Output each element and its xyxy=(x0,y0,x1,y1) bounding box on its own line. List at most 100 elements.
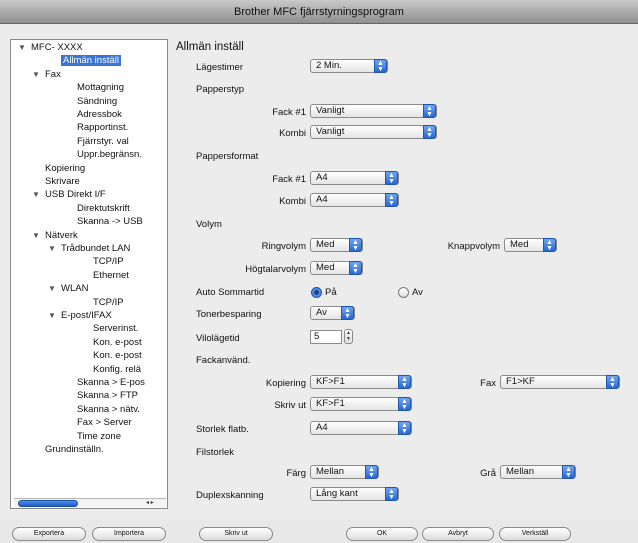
triangle-down-icon[interactable]: ▼ xyxy=(48,283,56,295)
tree-item[interactable]: Kon. e-post xyxy=(93,337,142,349)
up-down-arrows-icon: ▲ ▼ xyxy=(606,375,619,389)
tree-item-label: Kon. e-post xyxy=(93,336,142,348)
tree-item[interactable]: Skanna > nätv. xyxy=(77,404,140,416)
scroll-arrows[interactable]: ◂ ▸ xyxy=(146,499,164,507)
pappersformat-kombi-popup[interactable]: A4 ▲ ▼ xyxy=(310,193,399,207)
farg-popup[interactable]: Mellan ▲ ▼ xyxy=(310,465,379,479)
tree-item[interactable]: TCP/IP xyxy=(93,256,124,268)
triangle-down-icon[interactable]: ▼ xyxy=(48,243,56,255)
tree-item[interactable]: Time zone xyxy=(77,431,121,443)
up-down-arrows-icon: ▲ ▼ xyxy=(365,465,378,479)
storlek-flatb-popup[interactable]: A4 ▲ ▼ xyxy=(310,421,412,435)
tree-item-label: Fjärrstyr. val xyxy=(77,135,129,147)
vilolagetid-field[interactable]: 5 xyxy=(310,330,342,344)
up-down-arrows-icon: ▲ ▼ xyxy=(341,306,354,320)
tree-item[interactable]: Rapportinst. xyxy=(77,122,128,134)
filstorlek-label: Filstorlek xyxy=(196,447,235,458)
tree-item[interactable]: Skanna > FTP xyxy=(77,390,138,402)
fax-popup[interactable]: F1>KF ▲ ▼ xyxy=(500,375,620,389)
lagestimer-label: Lägestimer xyxy=(196,62,243,73)
tree-item[interactable]: ▼ Trådbundet LAN xyxy=(48,243,130,255)
tree-item-label: Skanna > E-pos xyxy=(77,377,145,388)
triangle-down-icon[interactable]: ▼ xyxy=(48,310,56,322)
tree-item-label: Skanna -> USB xyxy=(77,216,143,228)
kopiering-popup[interactable]: KF>F1 ▲ ▼ xyxy=(310,375,412,389)
tree-item[interactable]: Adressbok xyxy=(77,109,122,121)
triangle-down-icon[interactable]: ▼ xyxy=(32,189,40,201)
tree-item[interactable]: Kon. e-post xyxy=(93,350,142,362)
pappersformat-fack1-label: Fack #1 xyxy=(272,174,306,185)
skrivut-popup[interactable]: KF>F1 ▲ ▼ xyxy=(310,397,412,411)
settings-tree[interactable]: ◂ ▸ ▼ MFC- XXXX Allmän inställ ▼ Fax Mottagni… xyxy=(10,39,168,509)
papperstyp-kombi-label: Kombi xyxy=(279,128,306,139)
triangle-down-icon[interactable]: ▼ xyxy=(32,230,40,242)
hogtalarvolym-popup[interactable]: Med ▲ ▼ xyxy=(310,261,363,275)
scrollbar-thumb[interactable] xyxy=(18,500,78,507)
tree-item-label: Serverinst. xyxy=(93,323,139,335)
tree-item-label: Ethernet xyxy=(93,269,129,281)
tree-item[interactable]: TCP/IP xyxy=(93,297,124,309)
tree-item[interactable]: Fax > Server xyxy=(77,417,132,429)
auto-sommartid-label: Auto Sommartid xyxy=(196,287,265,298)
sommartid-off-radio[interactable] xyxy=(398,287,409,298)
tree-item[interactable]: ▼ E-post/IFAX xyxy=(48,310,112,322)
triangle-down-icon[interactable]: ▼ xyxy=(32,69,40,81)
cancel-button[interactable]: Avbryt xyxy=(422,527,494,541)
tree-item[interactable]: Allmän inställ xyxy=(61,55,121,67)
import-button[interactable]: Importera xyxy=(92,527,166,541)
tree-item-label: Uppr.begränsn. xyxy=(77,149,142,161)
tree-item-label: Skrivare xyxy=(45,176,80,187)
pappersformat-fack1-popup[interactable]: A4 ▲ ▼ xyxy=(310,171,399,185)
papperstyp-kombi-popup[interactable]: Vanligt ▲ ▼ xyxy=(310,125,437,139)
tree-item[interactable]: Skanna -> USB xyxy=(77,216,143,228)
tree-item[interactable]: Mottagning xyxy=(77,82,124,94)
knappvolym-popup[interactable]: Med ▲ ▼ xyxy=(504,238,557,252)
lagestimer-popup[interactable]: 2 Min. ▲ ▼ xyxy=(310,59,388,73)
tree-item[interactable]: Grundinställn. xyxy=(45,444,104,456)
vilolagetid-stepper[interactable]: ▲ ▼ xyxy=(344,329,353,344)
tree-item-label: TCP/IP xyxy=(93,256,124,268)
tree-item[interactable]: Uppr.begränsn. xyxy=(77,149,142,161)
tree-horizontal-scrollbar[interactable]: ◂ ▸ xyxy=(14,498,166,507)
skrivut-label: Skriv ut xyxy=(274,400,306,411)
tree-item[interactable]: Fjärrstyr. val xyxy=(77,136,129,148)
hogtalarvolym-label: Högtalarvolym xyxy=(245,264,306,275)
tree-item[interactable]: Serverinst. xyxy=(93,323,138,335)
tree-item[interactable]: ▼ Fax xyxy=(32,69,61,81)
tree-item[interactable]: Sändning xyxy=(77,96,117,108)
tree-item-label: USB Direkt I/F xyxy=(45,189,106,201)
print-button[interactable]: Skriv ut xyxy=(199,527,273,541)
knappvolym-label: Knappvolym xyxy=(447,241,500,252)
tree-item[interactable]: Direktutskrift xyxy=(77,203,130,215)
tree-item[interactable]: ▼ USB Direkt I/F xyxy=(32,189,106,201)
up-down-arrows-icon: ▲ ▼ xyxy=(398,397,411,411)
tree-item[interactable]: ▼ WLAN xyxy=(48,283,89,295)
papperstyp-fack1-popup[interactable]: Vanligt ▲ ▼ xyxy=(310,104,437,118)
tree-item-label: Time zone xyxy=(77,430,121,442)
tonerbesparing-popup[interactable]: Av ▲ ▼ xyxy=(310,306,355,320)
tree-item-label: WLAN xyxy=(61,283,89,295)
page-title: Allmän inställ xyxy=(176,41,244,53)
tree-item-label: MFC- XXXX xyxy=(31,42,83,53)
apply-button[interactable]: Verkställ xyxy=(499,527,571,541)
ok-button[interactable]: OK xyxy=(346,527,418,541)
triangle-down-icon[interactable]: ▼ xyxy=(18,42,26,54)
tree-item[interactable]: Skanna > E-pos xyxy=(77,377,145,389)
tree-item-label: Fax > Server xyxy=(77,417,132,429)
duplexskanning-popup[interactable]: Lång kant ▲ ▼ xyxy=(310,487,399,501)
up-down-arrows-icon: ▲ ▼ xyxy=(385,487,398,501)
ringvolym-popup[interactable]: Med ▲ ▼ xyxy=(310,238,363,252)
tree-item[interactable]: Konfig. relä xyxy=(93,364,141,376)
sommartid-on-radio[interactable] xyxy=(311,287,322,298)
tree-item[interactable]: Kopiering xyxy=(45,163,85,175)
tree-item[interactable]: ▼ Nätverk xyxy=(32,230,78,242)
up-down-arrows-icon: ▲ ▼ xyxy=(562,465,575,479)
farg-label: Färg xyxy=(286,468,306,479)
tree-item-label: Konfig. relä xyxy=(93,363,142,375)
tree-item[interactable]: ▼ MFC- XXXX xyxy=(18,42,83,54)
export-button[interactable]: Exportera xyxy=(12,527,86,541)
tree-item[interactable]: Ethernet xyxy=(93,270,129,282)
up-down-arrows-icon: ▲ ▼ xyxy=(385,193,398,207)
tree-item[interactable]: Skrivare xyxy=(45,176,80,188)
gra-popup[interactable]: Mellan ▲ ▼ xyxy=(500,465,576,479)
